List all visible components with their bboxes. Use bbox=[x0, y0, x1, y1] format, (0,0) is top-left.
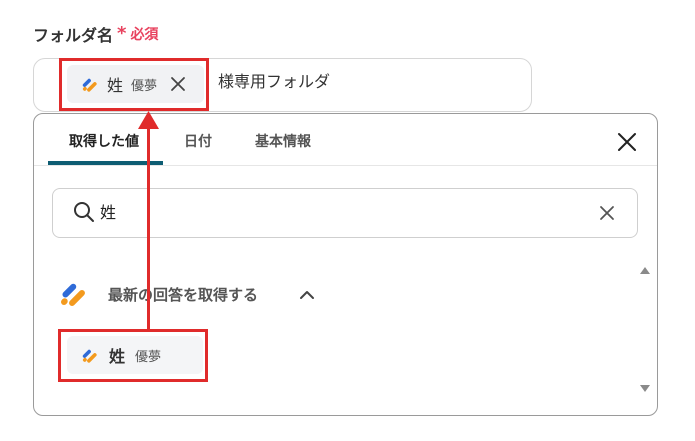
scroll-up-icon[interactable] bbox=[640, 265, 650, 275]
arrow-up-icon bbox=[138, 111, 159, 129]
section-title[interactable]: 最新の回答を取得する bbox=[108, 283, 258, 307]
tabs-divider bbox=[34, 165, 657, 166]
tab-basic-info[interactable]: 基本情報 bbox=[255, 130, 311, 154]
field-label-text: フォルダ名 bbox=[33, 26, 114, 45]
app-logo-icon bbox=[61, 283, 85, 306]
field-label: フォルダ名 * 必須 bbox=[33, 22, 158, 46]
tab-acquired-values[interactable]: 取得した値 bbox=[69, 130, 139, 154]
chevron-up-icon[interactable] bbox=[298, 286, 316, 304]
search-input-value[interactable]: 姓 bbox=[100, 201, 116, 225]
highlight-box-chip bbox=[59, 58, 209, 111]
search-icon bbox=[74, 202, 94, 222]
search-input[interactable] bbox=[52, 188, 638, 238]
close-icon[interactable] bbox=[616, 131, 638, 153]
required-text: 必須 bbox=[130, 27, 159, 43]
input-suffix-text: 様専用フォルダ bbox=[218, 72, 331, 91]
required-mark: * bbox=[117, 23, 127, 44]
highlight-box-result bbox=[58, 329, 208, 382]
annotation-arrow-line bbox=[147, 127, 150, 330]
scroll-down-icon[interactable] bbox=[640, 384, 650, 394]
tab-date[interactable]: 日付 bbox=[184, 130, 212, 154]
clear-icon[interactable] bbox=[598, 204, 616, 222]
